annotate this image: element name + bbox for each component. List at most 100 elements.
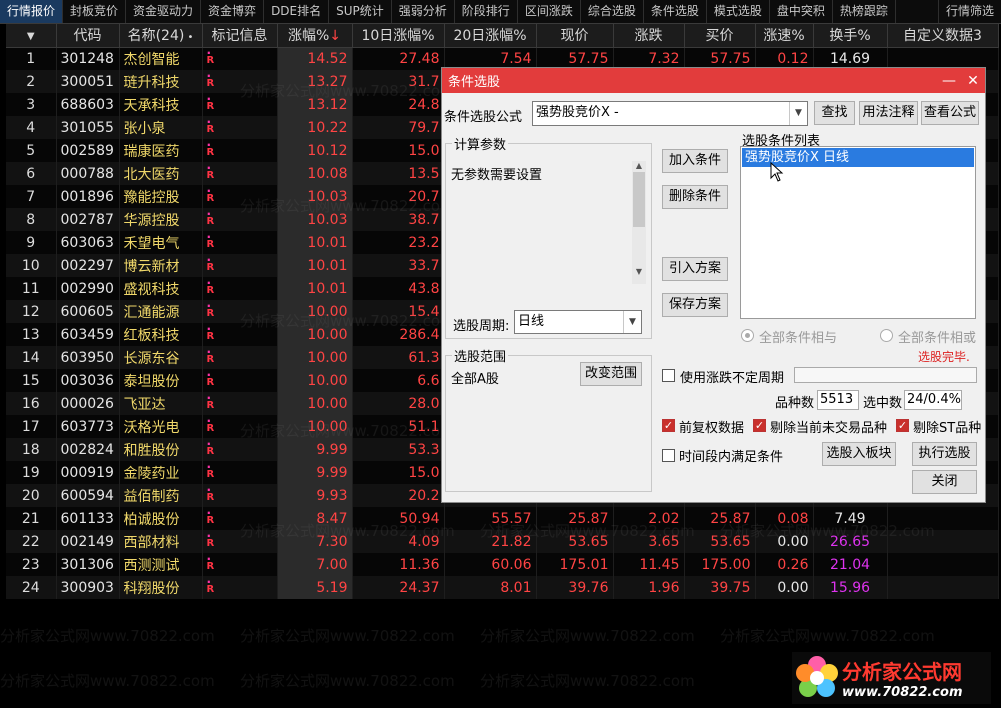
tab-10[interactable]: 条件选股 (644, 0, 707, 23)
save-plan-button[interactable]: 保存方案 (662, 293, 728, 317)
chevron-down-icon[interactable]: ▼ (623, 311, 641, 333)
tab-1[interactable]: 封板竞价 (63, 0, 127, 23)
tab-7[interactable]: 阶段排行 (455, 0, 518, 23)
table-row[interactable]: 23 301306 西测测试 · R 7.00 11.36 60.06 175.01 11.45 1… (6, 553, 999, 576)
mark-r-icon: · R (206, 415, 215, 434)
all-and-radio[interactable] (741, 329, 754, 342)
tab-6[interactable]: 强弱分析 (392, 0, 455, 23)
cell-n: 11 (6, 277, 57, 300)
cell-name: 汇通能源 (119, 300, 203, 323)
close-button[interactable]: 关闭 (912, 470, 977, 494)
period-range-field[interactable] (794, 367, 977, 383)
uncertain-period-checkbox[interactable] (662, 369, 675, 382)
cell-pct: 10.00 (277, 300, 353, 323)
column-header-10[interactable]: 涨速% (755, 24, 814, 48)
formula-select[interactable]: 强势股竞价X - ▼ (532, 101, 808, 126)
column-header-5[interactable]: 10日涨幅% (352, 24, 445, 48)
to-block-button[interactable]: 选股入板块 (822, 442, 896, 466)
tab-0[interactable]: 行情报价 (0, 0, 64, 23)
table-row[interactable]: 22 002149 西部材料 · R 7.30 4.09 21.82 53.65 3.65 53.6… (6, 530, 999, 553)
chevron-down-icon[interactable]: ▼ (789, 102, 807, 125)
period-select[interactable]: 日线 ▼ (514, 310, 642, 334)
tab-11[interactable]: 模式选股 (707, 0, 770, 23)
scroll-thumb[interactable] (633, 172, 645, 227)
view-formula-button[interactable]: 查看公式 (921, 101, 979, 125)
column-header-2[interactable]: 名称(24) • (119, 24, 203, 48)
column-header-label: 10日涨幅% (361, 28, 435, 45)
scroll-up-icon[interactable]: ▲ (632, 161, 646, 170)
tab-3[interactable]: 资金博弈 (201, 0, 265, 23)
cell-name: 西测测试 (119, 553, 203, 576)
find-button[interactable]: 查找 (814, 101, 855, 125)
range-group: 选股范围 全部A股 改变范围 (445, 346, 652, 492)
mark-r-icon: · R (206, 392, 215, 411)
cell-d10: 38.7 (352, 208, 445, 231)
all-or-radio[interactable] (880, 329, 893, 342)
usage-notes-button[interactable]: 用法注释 (859, 101, 918, 125)
tab-2[interactable]: 资金驱动力 (126, 0, 202, 23)
tab-14[interactable]: 行情筛选 (937, 0, 1001, 23)
mark-cell: · R (202, 576, 278, 599)
column-header-4[interactable]: 涨幅%↓ (277, 24, 353, 48)
cell-name: 华源控股 (119, 208, 203, 231)
delete-condition-button[interactable]: 删除条件 (662, 185, 728, 209)
add-condition-button[interactable]: 加入条件 (662, 149, 728, 173)
cell-d20: 21.82 (444, 530, 537, 553)
close-icon[interactable]: ✕ (961, 73, 985, 89)
cell-n: 13 (6, 323, 57, 346)
condition-select-dialog: 条件选股 — ✕ 条件选股公式 强势股竞价X - ▼ 查找 用法注释 查看公式 … (441, 67, 986, 503)
remove-st-checkbox[interactable]: ✓ (896, 419, 909, 432)
column-header-0[interactable]: ▼ (6, 24, 57, 48)
hit-field: 24/0.4% (904, 390, 962, 410)
column-header-label: 标记信息 (211, 28, 268, 45)
cell-pct: 13.12 (277, 93, 353, 116)
cell-n: 19 (6, 461, 57, 484)
mark-cell: · R (202, 139, 278, 162)
tab-9[interactable]: 综合选股 (581, 0, 644, 23)
tab-4[interactable]: DDE排名 (264, 0, 330, 23)
cell-d10: 79.7 (352, 116, 445, 139)
column-header-12[interactable]: 自定义数据3 (887, 24, 999, 48)
table-row[interactable]: 24 300903 科翔股份 · R 5.19 24.37 8.01 39.76 1.96 39.7… (6, 576, 999, 599)
column-header-11[interactable]: 换手% (813, 24, 888, 48)
column-header-3[interactable]: 标记信息 (202, 24, 278, 48)
cell-d20: 60.06 (444, 553, 537, 576)
formula-label: 条件选股公式 (444, 110, 523, 125)
mark-cell: · R (202, 116, 278, 139)
adjust-data-checkbox[interactable]: ✓ (662, 419, 675, 432)
tab-8[interactable]: 区间涨跌 (518, 0, 581, 23)
cell-pct: 9.99 (277, 438, 353, 461)
change-range-button[interactable]: 改变范围 (580, 362, 642, 386)
cell-name: 和胜股份 (119, 438, 203, 461)
tab-5[interactable]: SUP统计 (329, 0, 392, 23)
column-header-8[interactable]: 涨跌 (613, 24, 685, 48)
cell-price: 39.76 (536, 576, 614, 599)
column-header-7[interactable]: 现价 (536, 24, 614, 48)
period-satisfy-checkbox[interactable] (662, 449, 675, 462)
remove-nontrade-checkbox[interactable]: ✓ (753, 419, 766, 432)
scroll-down-icon[interactable]: ▼ (632, 267, 646, 276)
mark-cell: · R (202, 277, 278, 300)
table-row[interactable]: 21 601133 柏诚股份 · R 8.47 50.94 55.57 25.87 2.02 25.… (6, 507, 999, 530)
tab-12[interactable]: 盘中突积 (770, 0, 833, 23)
mark-r-icon: · R (206, 369, 215, 388)
column-header-label: 涨速% (763, 28, 805, 45)
cell-name: 益佰制药 (119, 484, 203, 507)
execute-select-button[interactable]: 执行选股 (912, 442, 977, 466)
cell-d10: 33.7 (352, 254, 445, 277)
params-scrollbar[interactable]: ▲ ▼ (632, 161, 646, 284)
column-menu-icon[interactable]: ▼ (27, 31, 35, 42)
column-header-9[interactable]: 买价 (684, 24, 756, 48)
column-header-6[interactable]: 20日涨幅% (444, 24, 537, 48)
range-value: 全部A股 (451, 372, 499, 387)
cell-d10: 23.2 (352, 231, 445, 254)
mark-r-icon: · R (206, 277, 215, 296)
cell-empty (887, 530, 999, 553)
minimize-icon[interactable]: — (937, 73, 961, 89)
column-header-1[interactable]: 代码 (56, 24, 120, 48)
import-plan-button[interactable]: 引入方案 (662, 257, 728, 281)
cell-d10: 61.3 (352, 346, 445, 369)
tab-13[interactable]: 热榜跟踪 (833, 0, 896, 23)
period-value: 日线 (518, 314, 545, 329)
mark-r-icon: · R (206, 70, 215, 89)
